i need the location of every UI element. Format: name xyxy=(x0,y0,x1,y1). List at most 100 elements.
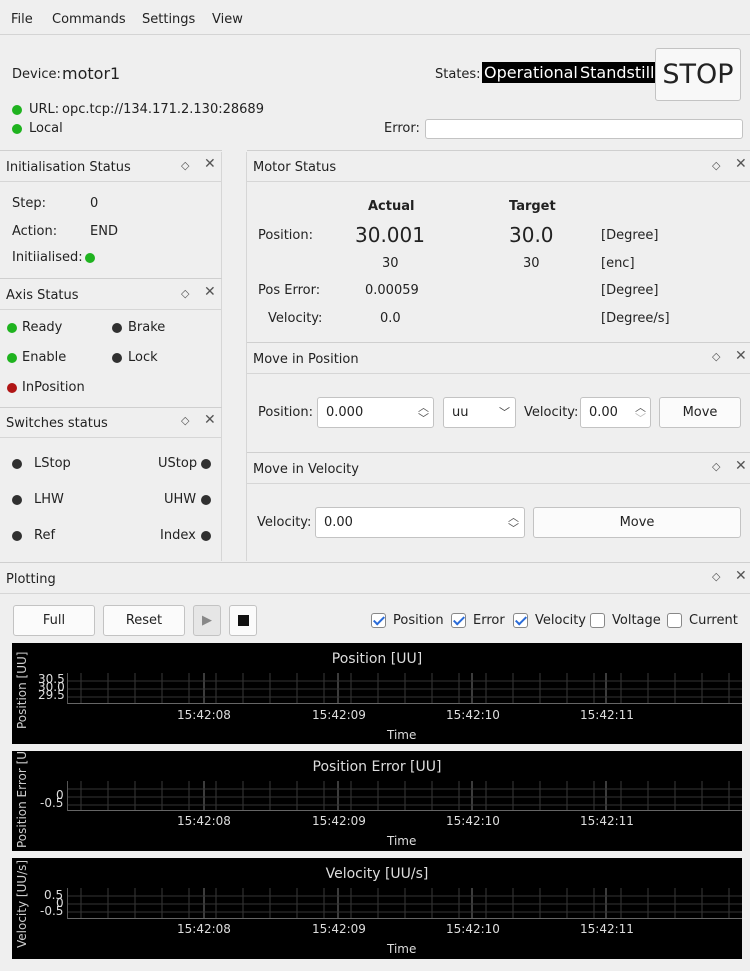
plot-grid xyxy=(68,888,742,918)
ready-label: Ready xyxy=(22,320,63,335)
inposition-indicator xyxy=(7,383,17,393)
spin-down-icon[interactable]: ﹀ xyxy=(418,410,429,426)
move-velocity-button[interactable]: Move xyxy=(533,507,741,538)
close-icon[interactable]: ✕ xyxy=(735,568,747,584)
error-checkbox-label: Error xyxy=(473,613,505,628)
divider xyxy=(0,593,750,594)
spin-down-icon[interactable]: ﹀ xyxy=(508,520,519,536)
action-label: Action: xyxy=(12,224,58,239)
position-error-plot-title: Position Error [UU] xyxy=(312,759,442,775)
position-error-plot-xtick: 15:42:08 xyxy=(177,814,231,828)
pos-error-label: Pos Error: xyxy=(258,283,321,298)
close-icon[interactable]: ✕ xyxy=(204,412,216,428)
position-plot: Position [UU] Position [UU] 30.5 30.0 29… xyxy=(12,643,742,744)
step-label: Step: xyxy=(12,196,46,211)
position-error-plot-ytick: -0.5 xyxy=(40,796,64,810)
position-plot-xtick: 15:42:10 xyxy=(446,708,500,722)
stop-square-button[interactable] xyxy=(229,605,257,636)
velocity-plot-title: Velocity [UU/s] xyxy=(325,866,429,882)
initialisation-status-title: Initialisation Status xyxy=(6,160,131,175)
ustop-label: UStop xyxy=(158,456,198,471)
move-in-velocity-panel: Move in Velocity ◇ ✕ Velocity: 0.00 ︿ ﹀ … xyxy=(247,452,750,561)
float-icon[interactable]: ◇ xyxy=(181,414,189,427)
voltage-checkbox[interactable] xyxy=(590,613,605,628)
divider xyxy=(0,437,222,438)
position-plot-xtick: 15:42:08 xyxy=(177,708,231,722)
error-field xyxy=(425,119,743,139)
lhw-indicator xyxy=(12,495,22,505)
plot-grid xyxy=(68,781,742,810)
float-icon[interactable]: ◇ xyxy=(712,460,720,473)
chevron-down-icon[interactable]: ﹀ xyxy=(499,404,510,420)
close-icon[interactable]: ✕ xyxy=(204,156,216,172)
close-icon[interactable]: ✕ xyxy=(735,348,747,364)
position-error-plot-xtick: 15:42:11 xyxy=(580,814,634,828)
encoder-unit: [enc] xyxy=(601,256,635,271)
switches-status-title: Switches status xyxy=(6,416,108,431)
move-position-button[interactable]: Move xyxy=(659,397,741,428)
spin-down-icon[interactable]: ﹀ xyxy=(635,410,646,426)
lock-label: Lock xyxy=(128,350,158,365)
url-status-indicator xyxy=(12,105,22,115)
velocity-checkbox-label: Velocity xyxy=(535,613,586,628)
current-checkbox[interactable] xyxy=(667,613,682,628)
menu-settings[interactable]: Settings xyxy=(142,12,195,27)
position-spinbox[interactable]: 0.000 xyxy=(317,397,434,428)
close-icon[interactable]: ✕ xyxy=(204,284,216,300)
state-standstill-badge: Standstill xyxy=(578,62,657,83)
pos-error-value: 0.00059 xyxy=(365,283,419,298)
position-checkbox-label: Position xyxy=(393,613,444,628)
float-icon[interactable]: ◇ xyxy=(181,287,189,300)
encoder-actual: 30 xyxy=(382,256,399,271)
float-icon[interactable]: ◇ xyxy=(712,350,720,363)
position-target: 30.0 xyxy=(509,223,554,247)
uhw-label: UHW xyxy=(164,492,197,507)
ref-indicator xyxy=(12,531,22,541)
step-value: 0 xyxy=(90,196,99,211)
reset-button[interactable]: Reset xyxy=(103,605,185,636)
plotting-title: Plotting xyxy=(6,572,56,587)
velocity-value: 0.0 xyxy=(380,311,401,326)
motor-status-title: Motor Status xyxy=(253,160,337,175)
plot-grid xyxy=(68,673,742,703)
close-icon[interactable]: ✕ xyxy=(735,458,747,474)
stop-button[interactable]: STOP xyxy=(655,48,741,101)
velocity-plot-ylabel: Velocity [UU/s] xyxy=(15,859,29,948)
current-checkbox-label: Current xyxy=(689,613,738,628)
velocity-label: Velocity: xyxy=(257,515,312,530)
position-checkbox[interactable] xyxy=(371,613,386,628)
enable-indicator xyxy=(7,353,17,363)
menu-commands[interactable]: Commands xyxy=(52,12,126,27)
inposition-label: InPosition xyxy=(22,380,85,395)
actual-header: Actual xyxy=(368,199,415,214)
float-icon[interactable]: ◇ xyxy=(181,159,189,172)
error-checkbox[interactable] xyxy=(451,613,466,628)
brake-indicator xyxy=(112,323,122,333)
velocity-unit: [Degree/s] xyxy=(601,311,670,326)
ready-indicator xyxy=(7,323,17,333)
stop-square-icon xyxy=(238,615,249,626)
play-icon[interactable]: ▶ xyxy=(193,605,221,636)
full-button[interactable]: Full xyxy=(13,605,95,636)
menu-view[interactable]: View xyxy=(212,12,243,27)
move-in-velocity-title: Move in Velocity xyxy=(253,462,359,477)
float-icon[interactable]: ◇ xyxy=(712,570,720,583)
velocity-checkbox[interactable] xyxy=(513,613,528,628)
error-label: Error: xyxy=(384,121,420,136)
divider xyxy=(247,373,750,374)
velocity-plot: Velocity [UU/s] Velocity [UU/s] 0.5 0 -0… xyxy=(12,858,742,959)
position-label: Position: xyxy=(258,228,313,243)
position-error-plot-xtick: 15:42:09 xyxy=(312,814,366,828)
close-icon[interactable]: ✕ xyxy=(735,156,747,172)
menu-bar: File Commands Settings View xyxy=(0,4,750,35)
float-icon[interactable]: ◇ xyxy=(712,159,720,172)
states-label: States: xyxy=(435,67,481,82)
menu-file[interactable]: File xyxy=(11,12,33,27)
velocity-plot-area xyxy=(67,888,742,919)
move-position-label: Position: xyxy=(258,405,313,420)
velocity-spinbox[interactable]: 0.00 xyxy=(315,507,525,538)
divider xyxy=(0,181,222,182)
velocity-plot-xlabel: Time xyxy=(387,942,417,956)
divider xyxy=(0,309,222,310)
target-header: Target xyxy=(509,199,556,214)
